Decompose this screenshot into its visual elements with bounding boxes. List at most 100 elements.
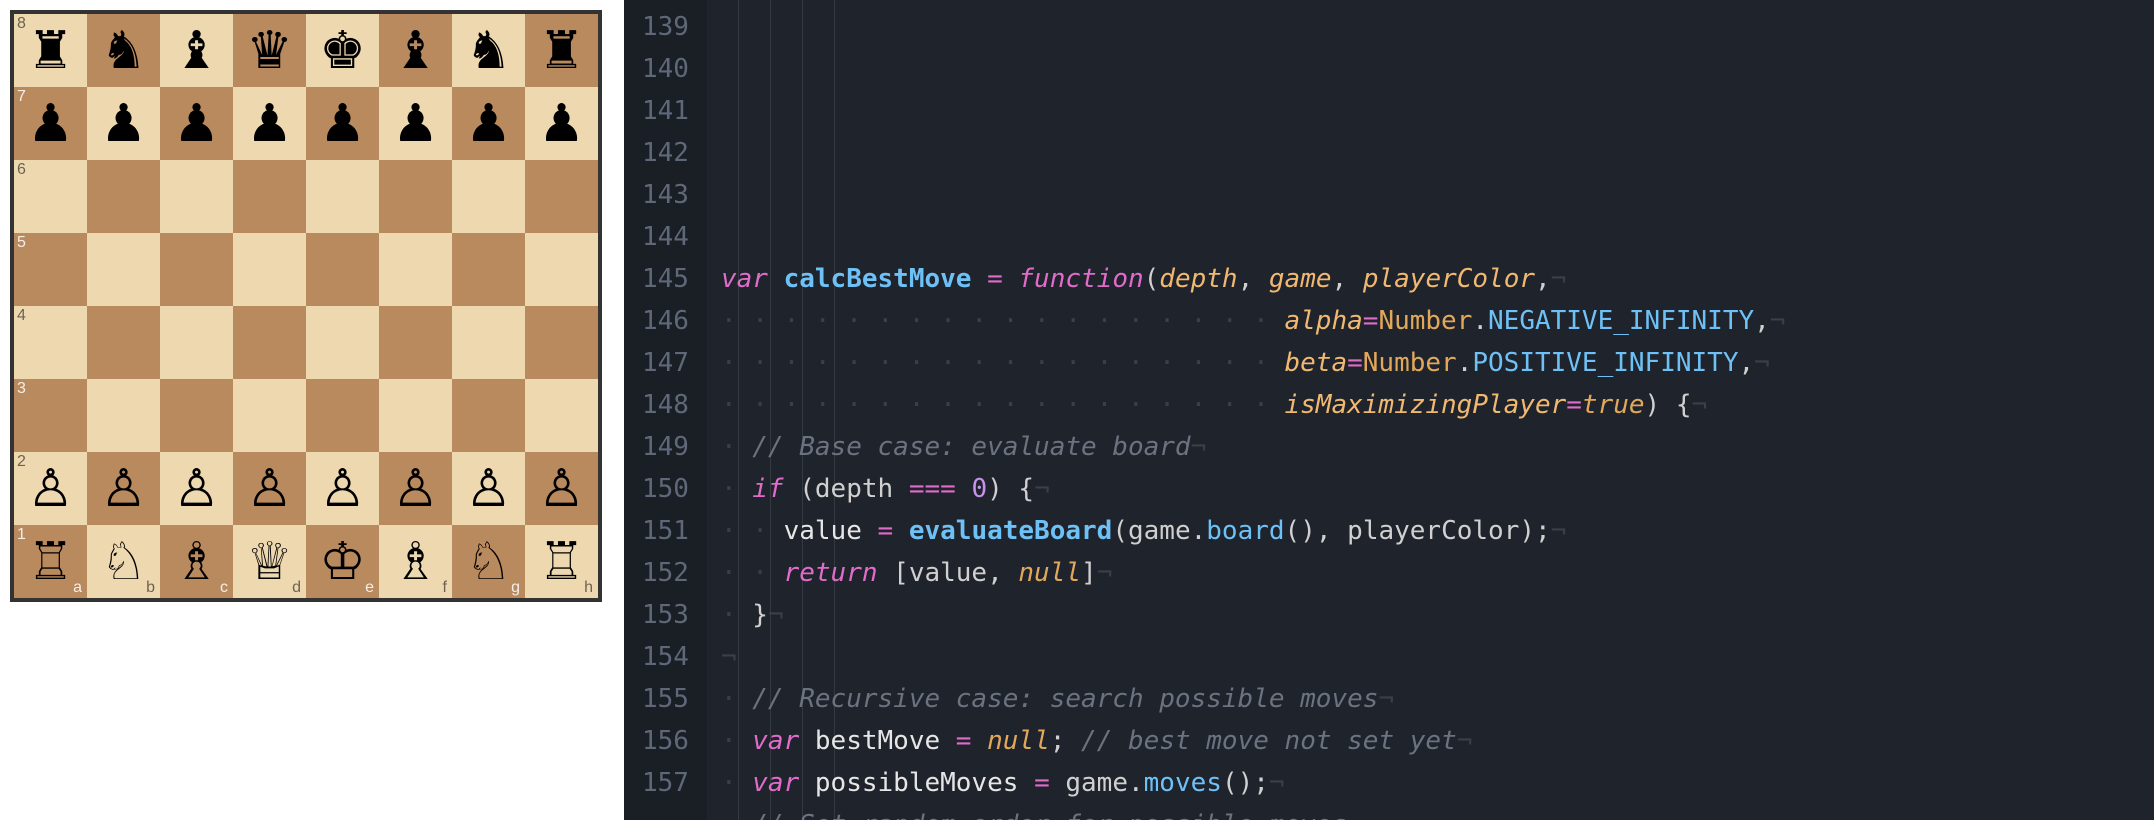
square-c6[interactable]	[160, 160, 233, 233]
square-a4[interactable]: 4	[14, 306, 87, 379]
piece[interactable]: ♟	[100, 98, 147, 150]
square-c5[interactable]	[160, 233, 233, 306]
square-d1[interactable]: d♕	[233, 525, 306, 598]
code-line[interactable]: · · · · · · · · · · · · · · · · · · isMa…	[721, 384, 1817, 426]
square-e6[interactable]	[306, 160, 379, 233]
code-line[interactable]: · · · · · · · · · · · · · · · · · · beta…	[721, 342, 1817, 384]
square-f2[interactable]: ♙	[379, 452, 452, 525]
square-b7[interactable]: ♟	[87, 87, 160, 160]
square-d8[interactable]: ♛	[233, 14, 306, 87]
square-h2[interactable]: ♙	[525, 452, 598, 525]
code-line[interactable]: · · · · · · · · · · · · · · · · · · alph…	[721, 300, 1817, 342]
chessboard[interactable]: 8♜♞♝♛♚♝♞♜7♟♟♟♟♟♟♟♟65432♙♙♙♙♙♙♙♙1a♖b♘c♗d♕…	[10, 10, 602, 602]
square-c8[interactable]: ♝	[160, 14, 233, 87]
square-d4[interactable]	[233, 306, 306, 379]
piece[interactable]: ♞	[100, 25, 147, 77]
piece[interactable]: ♙	[319, 463, 366, 515]
piece[interactable]: ♞	[465, 25, 512, 77]
square-e4[interactable]	[306, 306, 379, 379]
square-a5[interactable]: 5	[14, 233, 87, 306]
square-f5[interactable]	[379, 233, 452, 306]
square-g5[interactable]	[452, 233, 525, 306]
piece[interactable]: ♚	[319, 25, 366, 77]
code-line[interactable]: · // Set random order for possible moves…	[721, 804, 1817, 820]
square-h6[interactable]	[525, 160, 598, 233]
square-a6[interactable]: 6	[14, 160, 87, 233]
square-e5[interactable]	[306, 233, 379, 306]
piece[interactable]: ♘	[465, 536, 512, 588]
square-b1[interactable]: b♘	[87, 525, 160, 598]
square-e2[interactable]: ♙	[306, 452, 379, 525]
piece[interactable]: ♟	[538, 98, 585, 150]
square-e8[interactable]: ♚	[306, 14, 379, 87]
square-b6[interactable]	[87, 160, 160, 233]
piece[interactable]: ♖	[538, 536, 585, 588]
code-line[interactable]: · // Recursive case: search possible mov…	[721, 678, 1817, 720]
piece[interactable]: ♙	[246, 463, 293, 515]
square-h5[interactable]	[525, 233, 598, 306]
piece[interactable]: ♔	[319, 536, 366, 588]
square-f6[interactable]	[379, 160, 452, 233]
square-d3[interactable]	[233, 379, 306, 452]
square-c2[interactable]: ♙	[160, 452, 233, 525]
square-f3[interactable]	[379, 379, 452, 452]
piece[interactable]: ♖	[27, 536, 74, 588]
piece[interactable]: ♝	[173, 25, 220, 77]
piece[interactable]: ♟	[246, 98, 293, 150]
piece[interactable]: ♗	[173, 536, 220, 588]
piece[interactable]: ♙	[538, 463, 585, 515]
code-area[interactable]: var calcBestMove = function(depth, game,…	[707, 0, 1817, 820]
piece[interactable]: ♕	[246, 536, 293, 588]
piece[interactable]: ♙	[392, 463, 439, 515]
square-g6[interactable]	[452, 160, 525, 233]
square-f1[interactable]: f♗	[379, 525, 452, 598]
piece[interactable]: ♙	[100, 463, 147, 515]
piece[interactable]: ♛	[246, 25, 293, 77]
square-d6[interactable]	[233, 160, 306, 233]
square-e7[interactable]: ♟	[306, 87, 379, 160]
square-g1[interactable]: g♘	[452, 525, 525, 598]
square-e1[interactable]: e♔	[306, 525, 379, 598]
square-c3[interactable]	[160, 379, 233, 452]
square-g7[interactable]: ♟	[452, 87, 525, 160]
piece[interactable]: ♙	[465, 463, 512, 515]
square-c7[interactable]: ♟	[160, 87, 233, 160]
piece[interactable]: ♜	[538, 25, 585, 77]
square-f7[interactable]: ♟	[379, 87, 452, 160]
square-a8[interactable]: 8♜	[14, 14, 87, 87]
square-h3[interactable]	[525, 379, 598, 452]
piece[interactable]: ♙	[27, 463, 74, 515]
code-line[interactable]: · · value = evaluateBoard(game.board(), …	[721, 510, 1817, 552]
square-b2[interactable]: ♙	[87, 452, 160, 525]
square-a3[interactable]: 3	[14, 379, 87, 452]
square-g2[interactable]: ♙	[452, 452, 525, 525]
square-h4[interactable]	[525, 306, 598, 379]
square-b3[interactable]	[87, 379, 160, 452]
square-c4[interactable]	[160, 306, 233, 379]
code-line[interactable]: · var bestMove = null; // best move not …	[721, 720, 1817, 762]
code-line[interactable]: var calcBestMove = function(depth, game,…	[721, 258, 1817, 300]
square-b4[interactable]	[87, 306, 160, 379]
piece[interactable]: ♗	[392, 536, 439, 588]
code-line[interactable]: · var possibleMoves = game.moves();¬	[721, 762, 1817, 804]
square-c1[interactable]: c♗	[160, 525, 233, 598]
square-a7[interactable]: 7♟	[14, 87, 87, 160]
square-g3[interactable]	[452, 379, 525, 452]
square-a1[interactable]: 1a♖	[14, 525, 87, 598]
square-h1[interactable]: h♖	[525, 525, 598, 598]
square-g8[interactable]: ♞	[452, 14, 525, 87]
piece[interactable]: ♙	[173, 463, 220, 515]
piece[interactable]: ♘	[100, 536, 147, 588]
square-d2[interactable]: ♙	[233, 452, 306, 525]
piece[interactable]: ♟	[27, 98, 74, 150]
square-a2[interactable]: 2♙	[14, 452, 87, 525]
square-f8[interactable]: ♝	[379, 14, 452, 87]
code-editor[interactable]: 1391401411421431441451461471481491501511…	[624, 0, 2154, 820]
square-d5[interactable]	[233, 233, 306, 306]
piece[interactable]: ♝	[392, 25, 439, 77]
code-line[interactable]: · · return [value, null]¬	[721, 552, 1817, 594]
square-d7[interactable]: ♟	[233, 87, 306, 160]
square-b5[interactable]	[87, 233, 160, 306]
code-line[interactable]: ¬	[721, 636, 1817, 678]
square-h8[interactable]: ♜	[525, 14, 598, 87]
